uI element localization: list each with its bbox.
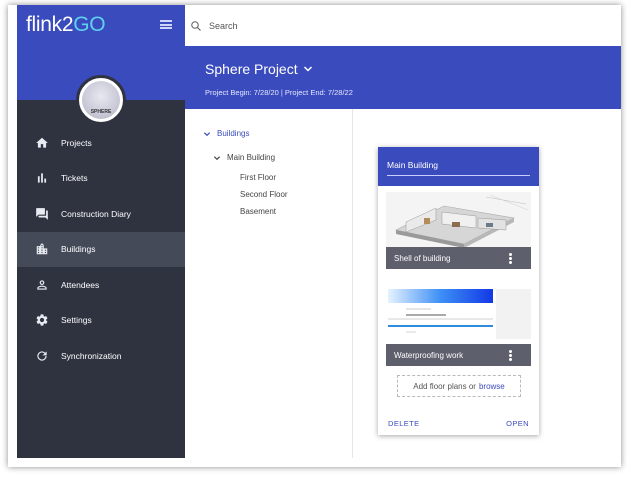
logo-text-2: 2 <box>61 13 74 36</box>
tile-label-text: Waterproofing work <box>394 350 464 360</box>
open-button[interactable]: OPEN <box>506 419 529 428</box>
chevron-down-icon[interactable] <box>302 63 314 75</box>
document-thumbnail <box>386 289 531 344</box>
logo-text-go: GO <box>73 13 106 36</box>
chevron-down-icon[interactable] <box>213 154 221 162</box>
menu-icon[interactable] <box>160 20 172 29</box>
building-card: Main Building Shell of building Waterpro… <box>378 147 539 435</box>
tile-label-text: Shell of building <box>394 253 451 263</box>
sidebar-item-label: Attendees <box>61 279 100 290</box>
search-input[interactable]: Search <box>209 21 238 31</box>
sidebar-nav: Projects Tickets Construction Diary Buil… <box>17 125 185 374</box>
tree-node-label: Basement <box>240 207 277 216</box>
sidebar-item-buildings[interactable]: Buildings <box>17 231 185 267</box>
tree-node-floor[interactable]: First Floor <box>240 173 276 182</box>
sidebar-item-label: Settings <box>61 315 92 326</box>
tree-node-label: Main Building <box>227 153 276 162</box>
dropzone-text: Add floor plans or <box>413 381 476 391</box>
sync-icon <box>35 349 49 363</box>
sidebar-item-label: Tickets <box>61 173 88 184</box>
sidebar: flink2GO SPHERE Projects Tickets Constru… <box>17 5 185 458</box>
sidebar-item-projects[interactable]: Projects <box>17 125 185 161</box>
sidebar-item-synchronization[interactable]: Synchronization <box>17 338 185 374</box>
tree-node-floor[interactable]: Second Floor <box>240 190 288 199</box>
more-vert-icon[interactable] <box>509 350 512 361</box>
building-render-thumbnail <box>386 192 531 248</box>
sidebar-item-label: Buildings <box>61 244 96 255</box>
more-vert-icon[interactable] <box>509 253 512 264</box>
delete-button[interactable]: DELETE <box>388 419 420 428</box>
app-logo: flink2GO <box>26 13 106 37</box>
chevron-down-icon[interactable] <box>203 130 211 138</box>
forum-icon <box>35 207 49 221</box>
sidebar-item-tickets[interactable]: Tickets <box>17 161 185 197</box>
card-header: Main Building <box>378 147 539 186</box>
tree-node-floor[interactable]: Basement <box>240 207 276 216</box>
project-header: Sphere Project Project Begin: 7/28/20 | … <box>185 46 621 109</box>
tree-node-main-building[interactable]: Main Building <box>213 153 275 162</box>
project-dates: Project Begin: 7/28/20 | Project End: 7/… <box>205 88 353 97</box>
avatar-label: SPHERE <box>90 109 112 115</box>
gear-icon <box>35 313 49 327</box>
card-actions: DELETE OPEN <box>378 417 539 431</box>
app-window: flink2GO SPHERE Projects Tickets Constru… <box>8 5 621 467</box>
logo-text: flink <box>26 13 62 36</box>
sidebar-item-attendees[interactable]: Attendees <box>17 267 185 303</box>
tree-node-label: Second Floor <box>240 190 288 199</box>
search-icon <box>191 21 201 31</box>
browse-link[interactable]: browse <box>479 382 505 391</box>
tree-node-buildings[interactable]: Buildings <box>203 129 249 138</box>
card-divider <box>387 175 530 176</box>
tree-node-label: Buildings <box>217 129 250 138</box>
tile-label: Shell of building <box>386 247 531 269</box>
person-icon <box>35 278 49 292</box>
city-icon <box>35 242 49 256</box>
floor-plan-tile[interactable]: Waterproofing work <box>386 289 531 366</box>
bar-chart-icon <box>35 171 49 185</box>
sidebar-item-construction-diary[interactable]: Construction Diary <box>17 196 185 232</box>
search-bar[interactable]: Search <box>185 5 621 46</box>
project-title[interactable]: Sphere Project <box>205 61 298 77</box>
tree-node-label: First Floor <box>240 173 276 182</box>
sidebar-item-label: Construction Diary <box>61 208 131 219</box>
building-tree: Buildings Main Building First Floor Seco… <box>185 109 353 458</box>
tile-label: Waterproofing work <box>386 344 531 366</box>
card-title: Main Building <box>387 160 439 170</box>
sidebar-item-settings[interactable]: Settings <box>17 303 185 339</box>
avatar[interactable]: SPHERE <box>76 75 126 125</box>
sidebar-item-label: Synchronization <box>61 350 122 361</box>
sidebar-item-label: Projects <box>61 137 92 148</box>
home-icon <box>35 136 49 150</box>
floor-plan-dropzone[interactable]: Add floor plans or browse <box>397 375 521 397</box>
floor-plan-tile[interactable]: Shell of building <box>386 192 531 269</box>
